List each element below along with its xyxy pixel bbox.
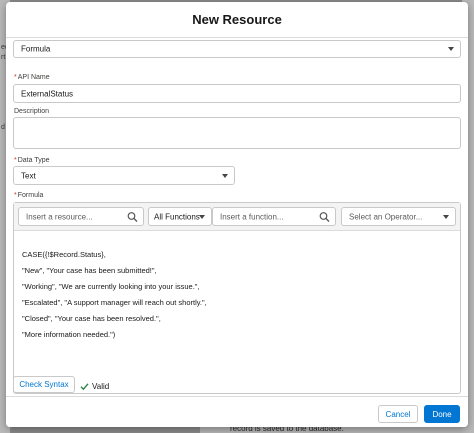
required-marker: *	[14, 157, 17, 164]
formula-line: "Closed", "Your case has been resolved."…	[22, 314, 161, 323]
modal-title: New Resource	[192, 12, 282, 27]
background-text-fragment: d	[1, 124, 5, 131]
required-marker: *	[14, 192, 17, 199]
chevron-down-icon	[448, 47, 454, 51]
formula-line: "Working", "We are currently looking int…	[22, 282, 200, 291]
done-button[interactable]: Done	[424, 405, 460, 423]
modal-header: New Resource	[6, 2, 468, 38]
function-search-input[interactable]: Insert a function...	[212, 207, 336, 226]
formula-editor: Insert a resource... All Functions Inser…	[13, 202, 461, 394]
chevron-down-icon	[199, 214, 205, 219]
new-resource-modal: New Resource Formula *API Name ExternalS…	[6, 2, 468, 427]
formula-line: "Escalated", "A support manager will rea…	[22, 298, 207, 307]
data-type-label: *Data Type	[14, 157, 50, 164]
resource-search-placeholder: Insert a resource...	[26, 212, 93, 221]
modal-body: Formula *API Name ExternalStatus Descrip…	[6, 38, 468, 396]
resource-type-select[interactable]: Formula	[13, 40, 461, 58]
search-icon	[127, 211, 138, 222]
api-name-label: *API Name	[14, 74, 50, 81]
checkmark-icon	[80, 382, 89, 391]
operator-select[interactable]: Select an Operator...	[341, 207, 456, 226]
function-search-placeholder: Insert a function...	[220, 212, 284, 221]
resource-type-value: Formula	[21, 44, 51, 54]
background-text-fragment: rt	[1, 54, 6, 61]
cancel-button[interactable]: Cancel	[378, 405, 418, 423]
formula-toolbar: Insert a resource... All Functions Inser…	[14, 203, 460, 231]
api-name-input[interactable]: ExternalStatus	[13, 84, 461, 103]
resource-search-input[interactable]: Insert a resource...	[18, 207, 144, 226]
formula-line: CASE({!$Record.Status},	[22, 250, 106, 259]
search-icon	[319, 211, 330, 222]
functions-filter-value: All Functions	[154, 212, 200, 221]
data-type-select[interactable]: Text	[13, 166, 235, 185]
description-textarea[interactable]	[13, 117, 461, 149]
modal-footer: Cancel Done	[6, 396, 468, 427]
check-syntax-button[interactable]: Check Syntax	[13, 376, 75, 393]
description-label: Description	[14, 108, 50, 115]
api-name-value: ExternalStatus	[21, 89, 74, 98]
valid-label: Valid	[92, 382, 110, 391]
chevron-down-icon	[443, 214, 449, 219]
data-type-value: Text	[21, 171, 36, 180]
functions-filter-select[interactable]: All Functions	[148, 207, 212, 226]
syntax-valid-status: Valid	[80, 382, 109, 391]
formula-label: *Formula	[14, 192, 44, 199]
required-marker: *	[14, 74, 17, 81]
formula-code-textarea[interactable]: CASE({!$Record.Status}, "New", "Your cas…	[22, 247, 207, 343]
formula-line: "More information needed.")	[22, 330, 116, 339]
formula-line: "New", "Your case has been submitted!",	[22, 266, 157, 275]
chevron-down-icon	[222, 173, 228, 178]
operator-placeholder: Select an Operator...	[349, 212, 423, 221]
